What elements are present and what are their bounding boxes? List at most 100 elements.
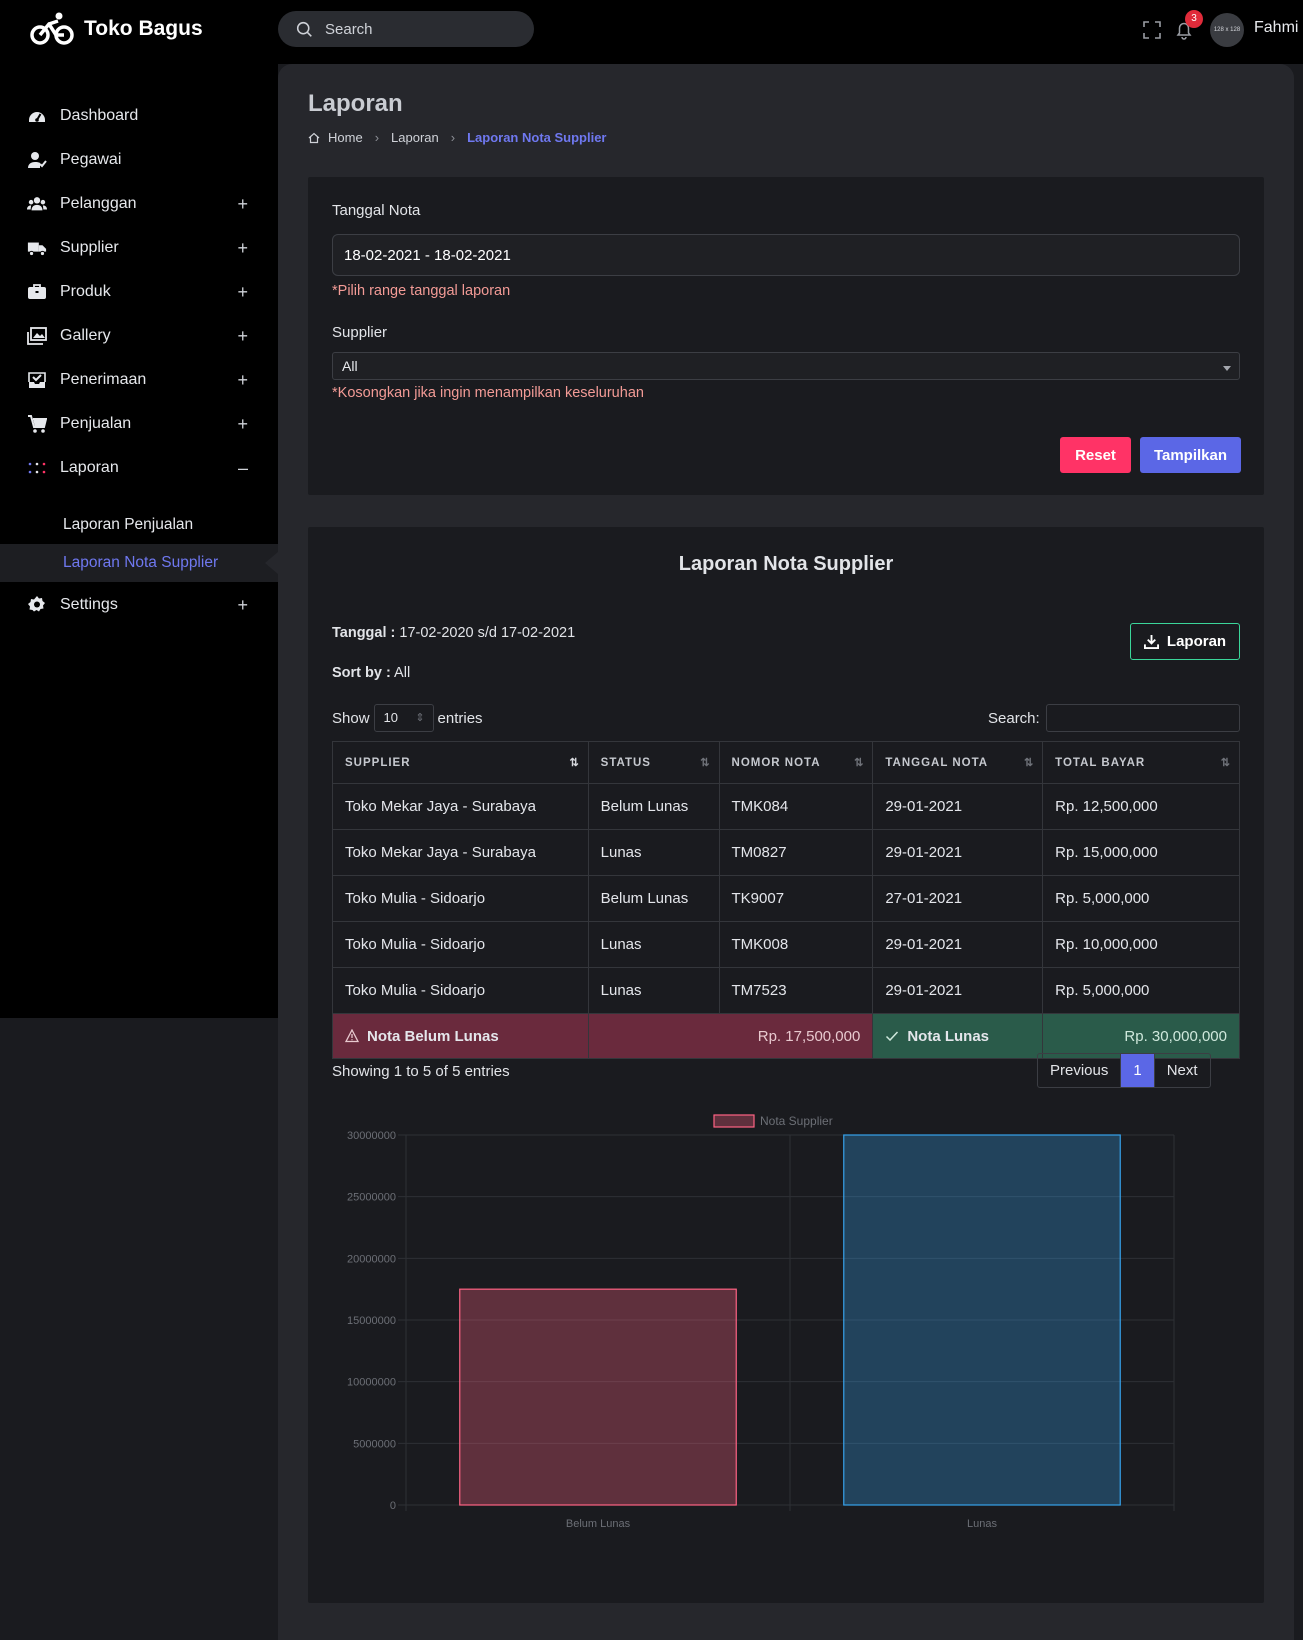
- cart-icon: [28, 415, 47, 433]
- sidebar-item-pegawai[interactable]: Pegawai: [0, 140, 278, 180]
- cell-nomor-nota: TM0827: [718, 829, 874, 876]
- sort-asc-icon: ⇅: [569, 757, 580, 769]
- y-tick-label: 0: [390, 1500, 396, 1512]
- download-report-label: Laporan: [1166, 633, 1227, 650]
- table-search-input[interactable]: [1045, 704, 1240, 732]
- breadcrumb-laporan[interactable]: Laporan: [391, 130, 439, 145]
- sidebar-item-pelanggan[interactable]: Pelanggan +: [0, 184, 278, 224]
- cell-total-bayar: Rp. 5,000,000: [1042, 875, 1240, 922]
- table-info: Showing 1 to 5 of 5 entries: [332, 1063, 510, 1080]
- search-icon: [296, 21, 312, 37]
- show-report-button[interactable]: Tampilkan: [1140, 437, 1241, 473]
- sidebar-subitem-laporan-nota-supplier[interactable]: Laporan Nota Supplier: [0, 544, 278, 582]
- cell-tanggal-nota: 27-01-2021: [872, 875, 1044, 922]
- expand-icon[interactable]: +: [237, 326, 248, 347]
- username[interactable]: Fahmi: [1254, 19, 1298, 37]
- cell-status: Belum Lunas: [587, 875, 720, 922]
- y-tick-label: 30000000: [347, 1130, 396, 1142]
- column-header-supplier[interactable]: SUPPLIER ⇅: [332, 741, 589, 784]
- page-1-button[interactable]: 1: [1120, 1054, 1154, 1087]
- collapse-icon[interactable]: –: [238, 458, 248, 479]
- briefcase-icon: [28, 284, 46, 299]
- sidebar-item-gallery[interactable]: Gallery +: [0, 316, 278, 356]
- download-report-button[interactable]: Laporan: [1130, 623, 1240, 660]
- nota-supplier-chart: 0 5000000 10000000 15000000 20000000 25000000…: [347, 1114, 1175, 1530]
- date-range-input[interactable]: [332, 234, 1240, 276]
- sort-value: All: [394, 665, 411, 681]
- avatar[interactable]: 128 x 128: [1210, 13, 1244, 47]
- supplier-select[interactable]: All: [332, 352, 1240, 380]
- report-date-range: Tanggal : 17-02-2020 s/d 17-02-2021: [332, 625, 575, 641]
- cell-total-bayar: Rp. 15,000,000: [1042, 829, 1240, 876]
- cell-tanggal-nota: 29-01-2021: [872, 967, 1044, 1014]
- sidebar-item-label: Dashboard: [60, 107, 139, 124]
- expand-icon[interactable]: +: [237, 282, 248, 303]
- sidebar-item-settings[interactable]: Settings +: [0, 585, 278, 625]
- cell-status: Lunas: [587, 921, 720, 968]
- download-icon: [1143, 634, 1159, 649]
- cell-tanggal-nota: 29-01-2021: [872, 829, 1044, 876]
- expand-icon[interactable]: +: [237, 414, 248, 435]
- report-table: SUPPLIER ⇅ STATUS ⇅ NOMOR NOTA ⇅ TANGGAL NO…: [332, 741, 1240, 1059]
- chevron-down-icon: [1223, 366, 1231, 371]
- search-input[interactable]: [325, 20, 505, 38]
- report-title: Laporan Nota Supplier: [678, 553, 894, 575]
- sidebar-subitem-laporan-penjualan[interactable]: Laporan Penjualan: [0, 506, 278, 544]
- expand-icon[interactable]: +: [237, 370, 248, 391]
- sidebar: Dashboard Pegawai Pelanggan + Supplier +…: [0, 64, 278, 1018]
- sidebar-item-label: Produk: [60, 283, 111, 300]
- inbox-check-icon: [28, 372, 46, 388]
- unpaid-summary-label: Nota Belum Lunas: [332, 1013, 589, 1059]
- table-row: Toko Mulia - Sidoarjo Belum Lunas TK9007…: [332, 875, 1240, 922]
- legend-label: Nota Supplier: [760, 1114, 833, 1128]
- unpaid-summary-total: Rp. 17,500,000: [587, 1013, 874, 1059]
- column-header-tanggal-nota[interactable]: TANGGAL NOTA ⇅: [872, 741, 1044, 784]
- sidebar-item-produk[interactable]: Produk +: [0, 272, 278, 312]
- sidebar-item-laporan[interactable]: Laporan –: [0, 448, 278, 488]
- top-bar: Toko Bagus 3 128 x 128 Fahmi: [0, 0, 1303, 64]
- date-label: Tanggal Nota: [332, 202, 421, 219]
- page-title: Laporan: [308, 90, 403, 117]
- report-sort: Sort by : All: [332, 665, 410, 681]
- next-page-button[interactable]: Next: [1153, 1054, 1210, 1087]
- check-icon: [886, 1031, 899, 1042]
- expand-icon[interactable]: +: [237, 238, 248, 259]
- brand[interactable]: Toko Bagus: [30, 12, 203, 46]
- expand-icon[interactable]: +: [237, 194, 248, 215]
- paid-label: Nota Lunas: [907, 1027, 990, 1045]
- paid-summary-total: Rp. 30,000,000: [1042, 1013, 1240, 1059]
- supplier-hint: *Kosongkan jika ingin menampilkan keselu…: [332, 385, 644, 401]
- sidebar-item-penjualan[interactable]: Penjualan +: [0, 404, 278, 444]
- sidebar-item-penerimaan[interactable]: Penerimaan +: [0, 360, 278, 400]
- cell-supplier: Toko Mulia - Sidoarjo: [332, 967, 589, 1014]
- previous-page-button[interactable]: Previous: [1038, 1054, 1120, 1087]
- y-tick-label: 25000000: [347, 1192, 396, 1204]
- expand-icon[interactable]: +: [237, 595, 248, 616]
- sidebar-item-supplier[interactable]: Supplier +: [0, 228, 278, 268]
- reset-button[interactable]: Reset: [1060, 437, 1131, 473]
- cell-nomor-nota: TK9007: [718, 875, 874, 922]
- fullscreen-icon[interactable]: [1142, 20, 1162, 40]
- x-tick-label: Belum Lunas: [566, 1518, 631, 1530]
- date-range-label: Tanggal :: [332, 625, 396, 641]
- sort-icon: ⇅: [1220, 757, 1231, 769]
- sort-icon: ⇅: [700, 757, 711, 769]
- breadcrumb-home[interactable]: Home: [328, 130, 363, 145]
- pagination: Previous 1 Next: [1037, 1053, 1211, 1088]
- chart-bar: [459, 1288, 737, 1506]
- column-header-status[interactable]: STATUS ⇅: [587, 741, 720, 784]
- entries-label: entries: [437, 709, 483, 727]
- column-header-nomor-nota[interactable]: NOMOR NOTA ⇅: [718, 741, 874, 784]
- notification-badge: 3: [1185, 10, 1203, 28]
- global-search[interactable]: [278, 11, 534, 47]
- sidebar-item-label: Penerimaan: [60, 371, 147, 388]
- sidebar-item-label: Settings: [60, 596, 118, 613]
- cell-status: Lunas: [587, 829, 720, 876]
- page-length-select[interactable]: 10: [373, 704, 434, 732]
- column-header-total-bayar[interactable]: TOTAL BAYAR ⇅: [1042, 741, 1240, 784]
- sidebar-item-dashboard[interactable]: Dashboard: [0, 96, 278, 136]
- cell-total-bayar: Rp. 10,000,000: [1042, 921, 1240, 968]
- cell-status: Lunas: [587, 967, 720, 1014]
- cell-nomor-nota: TMK084: [718, 783, 874, 830]
- show-label: Show: [332, 709, 370, 727]
